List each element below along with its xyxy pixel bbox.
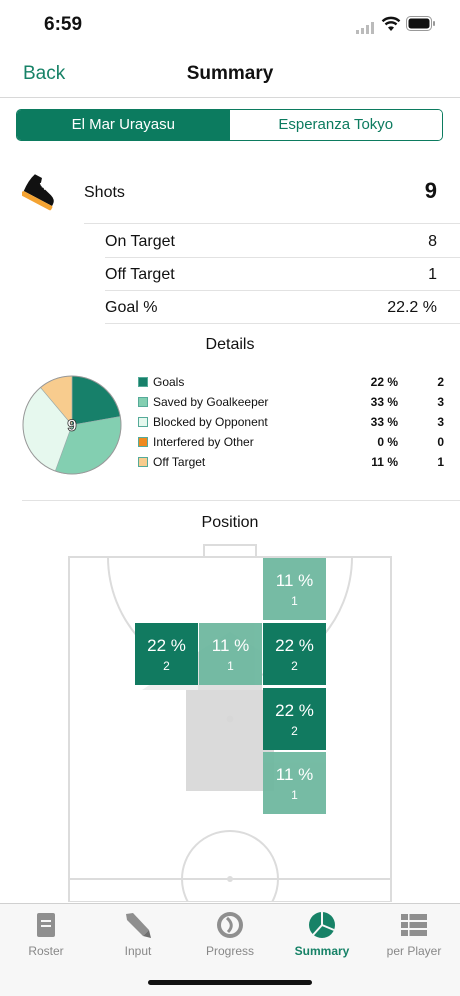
- divider: [84, 223, 460, 224]
- navigation-bar: Summary Back: [0, 50, 460, 98]
- tab-per-player[interactable]: per Player: [368, 904, 460, 964]
- shots-value: 9: [424, 178, 437, 203]
- on-target-value: 8: [428, 233, 437, 250]
- legend-swatch: [138, 457, 148, 467]
- details-pie-chart: 9: [22, 375, 122, 475]
- tab-label: Summary: [294, 944, 350, 958]
- position-field: [68, 544, 392, 902]
- divider: [22, 500, 460, 501]
- divider: [105, 257, 460, 258]
- pen-icon: [126, 913, 151, 938]
- tab-summary[interactable]: Summary: [276, 904, 368, 964]
- legend-count: 0: [437, 435, 444, 449]
- zone-count: 1: [227, 659, 234, 673]
- zone-percent: 22 %: [275, 636, 314, 655]
- shoe-icon: [22, 174, 54, 211]
- divider: [105, 290, 460, 291]
- legend-percent: 33 %: [370, 415, 398, 429]
- goal-percent-label: Goal %: [105, 299, 158, 316]
- shots-label: Shots: [84, 184, 125, 201]
- goal-percent-value: 22.2 %: [387, 299, 437, 316]
- zone-percent: 22 %: [275, 701, 314, 720]
- tab-label: per Player: [386, 944, 442, 958]
- position-zone[interactable]: 11 % 1: [199, 623, 262, 685]
- zone-count: 2: [291, 724, 298, 738]
- position-zone[interactable]: 22 % 2: [263, 623, 326, 685]
- legend-name: Off Target: [153, 455, 206, 469]
- legend-count: 2: [437, 375, 444, 389]
- legend-count: 1: [437, 455, 444, 469]
- legend-swatch: [138, 377, 148, 387]
- signal-icon: [356, 22, 374, 34]
- tab-label: Roster: [28, 944, 64, 958]
- details-title: Details: [205, 336, 255, 353]
- tab-input[interactable]: Input: [92, 904, 184, 964]
- legend-percent: 0 %: [377, 435, 398, 449]
- pie-center-label: 9: [67, 416, 76, 435]
- position-title: Position: [201, 514, 259, 531]
- battery-icon: [406, 16, 435, 31]
- off-target-label: Off Target: [105, 266, 175, 283]
- legend-swatch: [138, 417, 148, 427]
- zone-percent: 11 %: [211, 636, 250, 655]
- tab-label: Progress: [205, 944, 255, 958]
- on-target-label: On Target: [105, 233, 175, 250]
- legend-percent: 11 %: [371, 455, 398, 469]
- legend-name: Blocked by Opponent: [153, 415, 268, 429]
- list-icon: [401, 914, 427, 936]
- tab-roster[interactable]: Roster: [0, 904, 92, 964]
- home-indicator: [148, 980, 312, 985]
- pie-chart-icon: [309, 912, 335, 938]
- wifi-icon: [381, 16, 401, 31]
- position-zone[interactable]: 11 % 1: [263, 752, 326, 814]
- divider: [105, 323, 460, 324]
- page-title: Summary: [186, 63, 274, 84]
- zone-count: 2: [291, 659, 298, 673]
- segment-team-a[interactable]: El Mar Urayasu: [17, 110, 230, 140]
- legend-row-blocked: Blocked by Opponent 33 % 3: [138, 415, 448, 435]
- status-bar: 6:59: [0, 0, 460, 50]
- legend-percent: 33 %: [370, 395, 398, 409]
- off-target-value: 1: [428, 266, 437, 283]
- back-button[interactable]: Back: [23, 63, 65, 85]
- legend-row-saved: Saved by Goalkeeper 33 % 3: [138, 395, 448, 415]
- legend-swatch: [138, 397, 148, 407]
- tab-progress[interactable]: Progress: [184, 904, 276, 964]
- legend-percent: 22 %: [370, 375, 398, 389]
- zone-percent: 22 %: [147, 636, 186, 655]
- position-zone[interactable]: 22 % 2: [135, 623, 198, 685]
- legend-name: Saved by Goalkeeper: [153, 395, 269, 409]
- legend-row-interfered: Interfered by Other 0 % 0: [138, 435, 448, 455]
- legend-swatch: [138, 437, 148, 447]
- zone-count: 2: [163, 659, 170, 673]
- legend-count: 3: [437, 395, 444, 409]
- legend-row-off-target: Off Target 11 % 1: [138, 455, 448, 475]
- legend-row-goals: Goals 22 % 2: [138, 375, 448, 395]
- progress-icon: [217, 912, 243, 938]
- status-time: 6:59: [44, 14, 83, 35]
- team-segmented-control: El Mar Urayasu Esperanza Tokyo: [16, 109, 443, 141]
- roster-icon: [37, 913, 55, 937]
- zone-percent: 11 %: [275, 571, 314, 590]
- position-zone[interactable]: 22 % 2: [263, 688, 326, 750]
- zone-count: 1: [291, 788, 298, 802]
- legend-count: 3: [437, 415, 444, 429]
- tab-label: Input: [124, 944, 152, 958]
- legend-name: Interfered by Other: [153, 435, 254, 449]
- segment-team-b[interactable]: Esperanza Tokyo: [229, 110, 442, 140]
- zone-count: 1: [291, 594, 298, 608]
- position-zone[interactable]: 11 % 1: [263, 558, 326, 620]
- legend-name: Goals: [153, 375, 185, 389]
- zone-percent: 11 %: [275, 765, 314, 784]
